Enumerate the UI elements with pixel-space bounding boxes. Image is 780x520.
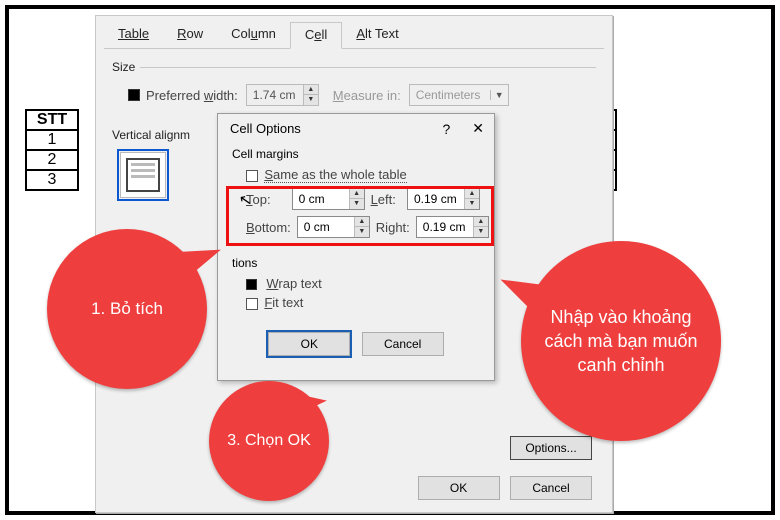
row-3: 3: [26, 170, 78, 190]
valign-top[interactable]: [120, 152, 166, 198]
fit-checkbox[interactable]: [246, 298, 258, 310]
spin-up-icon[interactable]: ▲: [304, 85, 318, 95]
help-icon[interactable]: ?: [442, 121, 450, 137]
tab-alttext[interactable]: Alt Text: [342, 22, 412, 48]
sub-dialog-title: Cell Options: [230, 121, 301, 136]
top-label: Top:: [246, 192, 286, 207]
same-as-table-label: Same as the whole table: [264, 167, 406, 183]
dialog-buttons: OK Cancel: [412, 476, 592, 500]
same-as-table-checkbox[interactable]: [246, 170, 258, 182]
pref-width-label: Preferred width:: [146, 88, 238, 103]
main-ok-button[interactable]: OK: [418, 476, 500, 500]
size-group-label: Size: [112, 60, 135, 74]
right-input[interactable]: ▲▼: [416, 216, 489, 238]
sub-cancel-button[interactable]: Cancel: [362, 332, 444, 356]
options-button[interactable]: Options...: [510, 436, 592, 460]
pref-width-input[interactable]: ▲▼: [246, 84, 319, 106]
tab-column[interactable]: Column: [217, 22, 290, 48]
th-stt: STT: [26, 110, 78, 130]
bottom-label: Bottom:: [246, 220, 291, 235]
right-label: Right:: [376, 220, 410, 235]
measure-select[interactable]: Centimeters ▼: [409, 84, 509, 106]
main-cancel-button[interactable]: Cancel: [510, 476, 592, 500]
tab-cell[interactable]: Cell: [290, 22, 342, 49]
chevron-down-icon: ▼: [490, 90, 508, 100]
valign-label: Vertical alignm: [112, 128, 190, 142]
cell-options-dialog: Cell Options ? ✕ Cell margins Same as th…: [217, 113, 495, 381]
valign-swatches: [120, 152, 166, 198]
measure-label: Measure in:: [333, 88, 401, 103]
options-group-label: tions: [232, 256, 480, 270]
spin-down-icon[interactable]: ▼: [304, 95, 318, 105]
wrap-checkbox[interactable]: [246, 279, 257, 290]
callout-2: Nhập vào khoảng cách mà bạn muốn canh ch…: [521, 241, 721, 441]
wrap-label: Wrap text: [266, 276, 321, 291]
cell-margins-label: Cell margins: [232, 147, 480, 161]
close-icon[interactable]: ✕: [472, 120, 484, 137]
tab-table[interactable]: Table: [104, 22, 163, 48]
left-label: Left:: [371, 192, 401, 207]
row-1: 1: [26, 130, 78, 150]
bg-table-left: STT 1 2 3: [25, 109, 79, 191]
row-2: 2: [26, 150, 78, 170]
bottom-input[interactable]: ▲▼: [297, 216, 370, 238]
sub-ok-button[interactable]: OK: [268, 332, 350, 356]
fit-label: Fit text: [264, 295, 303, 310]
tab-row[interactable]: Row: [163, 22, 217, 48]
left-input[interactable]: ▲▼: [407, 188, 480, 210]
tabs: Table Row Column Cell Alt Text: [104, 22, 604, 49]
pref-width-checkbox[interactable]: [128, 89, 140, 101]
top-input[interactable]: ▲▼: [292, 188, 365, 210]
